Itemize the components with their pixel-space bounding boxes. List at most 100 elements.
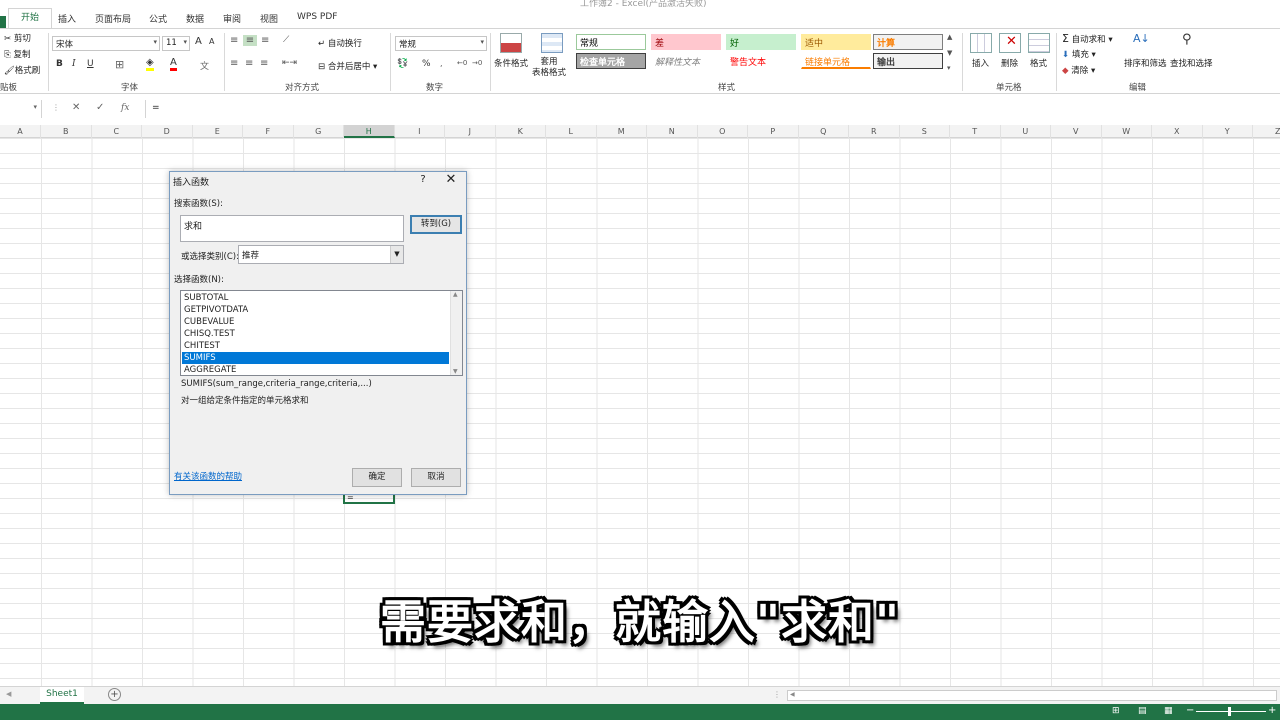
enter-formula-icon[interactable]: ✓ [96,102,104,113]
tab-data[interactable]: 数据 [186,12,204,25]
cell-style-0[interactable]: 常规 [576,34,646,50]
cell-style-2[interactable]: 好 [726,34,796,50]
column-header[interactable]: U [1001,125,1051,138]
cell-style-4[interactable]: 计算 [873,34,943,50]
scroll-down-icon[interactable]: ▼ [453,368,458,375]
cell-style-8[interactable]: 链接单元格 [801,53,871,69]
italic-button[interactable]: I [72,59,76,69]
find-select-button[interactable]: 查找和选择 [1170,57,1213,69]
search-function-input[interactable]: 求和 [180,215,404,242]
decrease-decimal-icon[interactable]: →0 [472,59,482,67]
horizontal-scrollbar[interactable]: ◀ [787,690,1277,701]
column-header[interactable]: B [41,125,92,138]
function-list-item[interactable]: SUMIFS [182,352,449,364]
fill-color-icon[interactable]: ◈ [146,58,154,71]
column-header[interactable]: Y [1203,125,1253,138]
column-header[interactable]: W [1102,125,1152,138]
column-header[interactable]: F [243,125,294,138]
zoom-in-icon[interactable]: + [1268,705,1276,716]
tab-formulas[interactable]: 公式 [149,12,167,25]
font-size-combo[interactable]: 11 ▾ [162,36,190,51]
function-list-item[interactable]: CHITEST [182,340,449,352]
scroll-up-icon[interactable]: ▲ [453,291,458,298]
column-header[interactable]: G [294,125,344,138]
cell-style-7[interactable]: 警告文本 [726,53,796,69]
align-top-icon[interactable]: ≡ [230,35,238,46]
column-header[interactable]: V [1051,125,1102,138]
delete-button[interactable]: 删除 [1001,57,1018,69]
table-format-button[interactable]: 套用 表格格式 [532,57,566,79]
cell-style-5[interactable]: 检查单元格 [576,53,646,69]
insert-function-icon[interactable]: fx [121,103,129,113]
name-box[interactable]: ▾ [0,100,42,118]
function-list-item[interactable]: SUBTOTAL [182,292,449,304]
cell-style-9[interactable]: 输出 [873,53,943,69]
column-header[interactable]: X [1152,125,1203,138]
phonetic-icon[interactable]: 文 [200,59,209,72]
function-help-link[interactable]: 有关该函数的帮助 [174,470,242,482]
tab-wps-pdf[interactable]: WPS PDF [297,12,337,22]
align-center-icon[interactable]: ≡ [245,58,253,69]
ok-button[interactable]: 确定 [352,468,402,487]
column-header[interactable]: R [849,125,900,138]
number-format-combo[interactable]: 常规 ▾ [395,36,487,51]
column-header[interactable]: A [0,125,41,138]
align-left-icon[interactable]: ≡ [230,58,238,69]
fill-button[interactable]: ⬇ 填充 ▾ [1062,48,1096,60]
column-header[interactable]: I [395,125,445,138]
column-header[interactable]: Z [1253,125,1280,138]
font-name-combo[interactable]: 宋体 ▾ [52,36,160,51]
border-icon[interactable]: ⊞ [115,58,124,71]
align-right-icon[interactable]: ≡ [260,58,268,69]
column-header[interactable]: E [193,125,243,138]
column-header[interactable]: P [748,125,799,138]
tab-home[interactable]: 开始 [8,8,52,28]
indent-icon[interactable]: ⇤⇥ [282,58,297,68]
cell-style-1[interactable]: 差 [651,34,721,50]
tab-view[interactable]: 视图 [260,12,278,25]
cancel-button[interactable]: 取消 [411,468,461,487]
underline-button[interactable]: U [87,59,94,69]
scroll-left-icon[interactable]: ◀ [790,691,795,698]
cut-button[interactable]: ✂ 剪切 [4,32,31,44]
shrink-font-button[interactable]: A [209,37,214,46]
conditional-format-button[interactable]: 条件格式 [494,57,528,69]
category-select[interactable]: 推荐 ▼ [238,245,404,264]
clear-button[interactable]: ◆ 清除 ▾ [1062,64,1095,76]
gallery-more-icon[interactable]: ▾ [947,64,951,72]
zoom-slider[interactable] [1196,711,1266,712]
scroll-left-icon[interactable]: ◀ [6,690,11,698]
cell-style-3[interactable]: 适中 [801,34,871,50]
column-header[interactable]: H [344,125,395,138]
function-list-item[interactable]: GETPIVOTDATA [182,304,449,316]
column-header[interactable]: J [445,125,496,138]
sheet-tab-sheet1[interactable]: Sheet1 [40,687,84,704]
merge-center-button[interactable]: ⊟ 合并后居中 ▾ [318,60,377,72]
align-middle-icon[interactable]: ≡ [243,35,257,46]
column-header[interactable]: O [698,125,748,138]
list-scrollbar[interactable]: ▲ ▼ [450,291,462,375]
conditional-format-icon[interactable] [500,33,522,53]
function-list[interactable]: ▲ ▼ SUBTOTAL GETPIVOTDATA CUBEVALUE CHISQ.T… [180,290,463,376]
tab-insert[interactable]: 插入 [58,12,76,25]
column-header[interactable]: Q [799,125,849,138]
autosum-button[interactable]: Σ 自动求和 ▾ [1062,32,1113,45]
grow-font-button[interactable]: A [195,36,202,47]
sort-filter-button[interactable]: 排序和筛选 [1124,57,1167,69]
cancel-formula-icon[interactable]: ✕ [72,102,80,113]
orientation-icon[interactable]: ⟋ [283,35,289,45]
goto-button[interactable]: 转到(G) [410,215,462,234]
normal-view-icon[interactable]: ⊞ [1112,706,1120,716]
help-icon[interactable]: ? [416,174,430,185]
column-header[interactable]: M [597,125,647,138]
delete-cells-icon[interactable]: ✕ [999,33,1021,53]
format-painter-button[interactable]: 🖌格式刷 [4,64,40,76]
function-list-item[interactable]: CHISQ.TEST [182,328,449,340]
bold-button[interactable]: B [56,59,63,69]
column-header[interactable]: N [647,125,698,138]
close-icon[interactable]: ✕ [443,172,459,187]
table-format-icon[interactable] [541,33,563,53]
align-bottom-icon[interactable]: ≡ [261,35,269,46]
insert-cells-icon[interactable] [970,33,992,53]
formula-input[interactable]: = [145,100,1280,118]
